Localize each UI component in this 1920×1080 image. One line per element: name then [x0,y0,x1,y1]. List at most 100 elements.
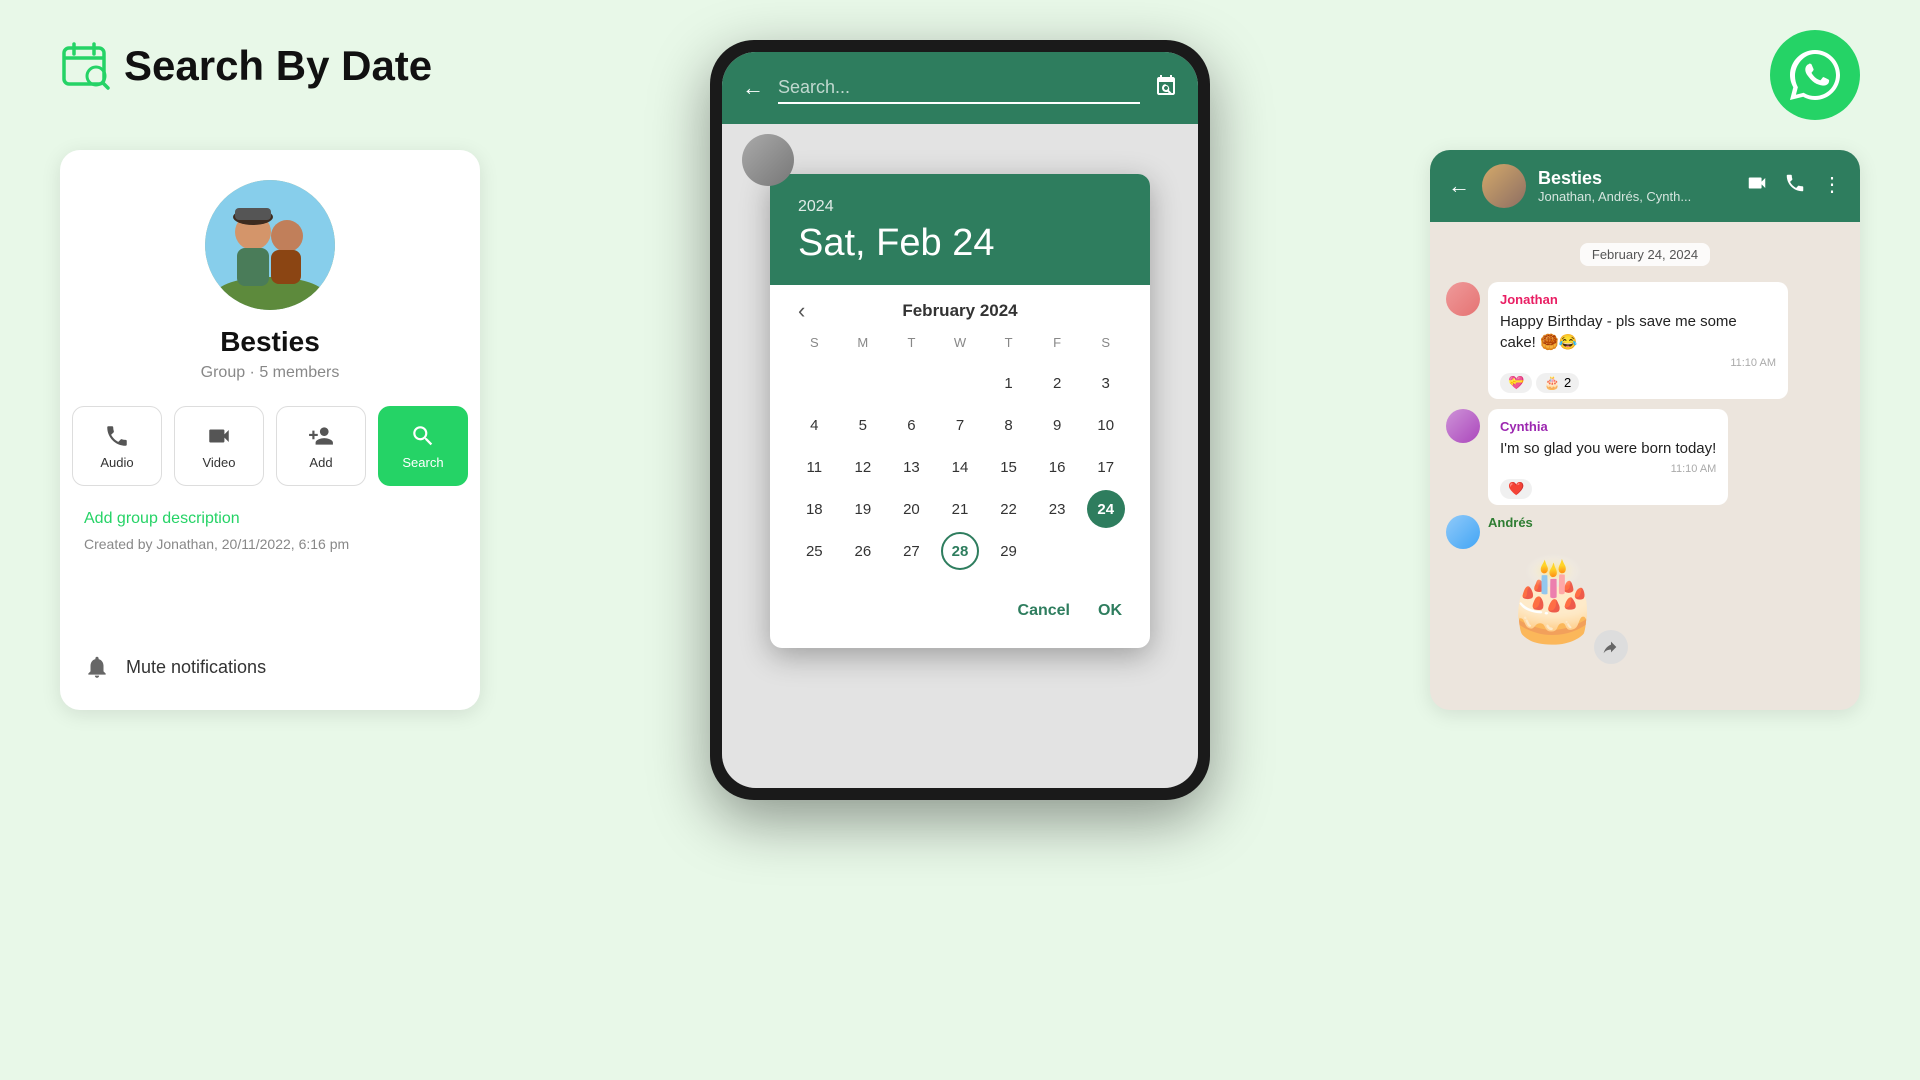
prev-month-button[interactable]: ‹ [798,298,805,324]
add-person-icon [308,423,334,449]
mute-label: Mute notifications [126,657,266,678]
add-label: Add [309,455,332,470]
calendar-day[interactable]: 5 [844,406,882,444]
video-label: Video [202,455,235,470]
day-header-thu: T [984,329,1033,356]
message-row-jonathan: Jonathan Happy Birthday - pls save me so… [1446,282,1844,399]
page-title: Search By Date [124,42,432,90]
video-button[interactable]: Video [174,406,264,486]
calendar-grid: S M T W T F S 12345678910111213141516171… [770,329,1150,586]
audio-label: Audio [100,455,133,470]
calendar-day[interactable]: 16 [1038,448,1076,486]
calendar-day[interactable]: 29 [990,532,1028,570]
calendar-day[interactable]: 10 [1087,406,1125,444]
page-header: Search By Date [60,40,432,92]
calendar-day[interactable]: 3 [1087,364,1125,402]
calendar-day[interactable]: 2 [1038,364,1076,402]
calendar-day[interactable]: 22 [990,490,1028,528]
calendar-day[interactable]: 26 [844,532,882,570]
calendar-day[interactable]: 17 [1087,448,1125,486]
chat-name: Besties [1538,168,1734,189]
calendar-day[interactable]: 23 [1038,490,1076,528]
forward-icon[interactable] [1594,630,1628,664]
day-header-fri: F [1033,329,1082,356]
phone-call-svg [1784,172,1806,194]
audio-button[interactable]: Audio [72,406,162,486]
group-meta: Group · 5 members [201,364,340,382]
cynthia-message-text: I'm so glad you were born today! [1500,438,1716,459]
andres-sender: Andrés [1488,515,1618,530]
andres-avatar [1446,515,1480,549]
whatsapp-logo [1770,30,1860,120]
phone-search-bar: ← [722,52,1198,124]
day-header-wed: W [936,329,985,356]
chat-info: Besties Jonathan, Andrés, Cynth... [1538,168,1734,204]
back-button[interactable]: ← [742,75,764,101]
calendar-day[interactable]: 12 [844,448,882,486]
day-header-sat: S [1081,329,1130,356]
phone-call-icon[interactable] [1784,172,1806,200]
reaction-heart-gift: 💝 [1500,373,1532,393]
reaction-heart: ❤️ [1500,479,1532,499]
cancel-button[interactable]: Cancel [1014,594,1074,628]
calendar-day[interactable]: 14 [941,448,979,486]
cynthia-reactions: ❤️ [1500,479,1716,499]
chat-action-icons: ⋮ [1746,172,1842,200]
day-headers-row: S M T W T F S [790,329,1130,356]
couple-image [205,180,335,310]
calendar-day[interactable]: 20 [892,490,930,528]
andres-sticker-bubble: Andrés 🎂 [1488,515,1618,664]
cynthia-bubble: Cynthia I'm so glad you were born today!… [1488,409,1728,505]
day-header-sun: S [790,329,839,356]
group-name: Besties [220,326,320,358]
jonathan-sender: Jonathan [1500,292,1776,307]
ok-button[interactable]: OK [1094,594,1126,628]
calendar-day[interactable]: 25 [795,532,833,570]
calendar-day[interactable]: 21 [941,490,979,528]
calendar-search-icon[interactable] [1154,73,1178,103]
calendar-day[interactable]: 24 [1087,490,1125,528]
search-icon [410,423,436,449]
search-button[interactable]: Search [378,406,468,486]
add-description-link[interactable]: Add group description [84,510,240,528]
date-divider: February 24, 2024 [1446,246,1844,264]
calendar-day[interactable]: 6 [892,406,930,444]
calendar-day[interactable]: 15 [990,448,1028,486]
message-row-andres: Andrés 🎂 [1446,515,1844,664]
calendar-day[interactable]: 4 [795,406,833,444]
group-avatar [205,180,335,310]
cal-search-icon [1154,73,1178,97]
calendar-day[interactable]: 1 [990,364,1028,402]
video-icon [206,423,232,449]
center-phone: ← 2024 Sat, Feb 24 ‹ February 2024 [710,40,1210,800]
calendar-day[interactable]: 28 [941,532,979,570]
reaction-cake: 🎂 2 [1536,373,1579,393]
group-info-card: Besties Group · 5 members Audio Video Ad… [60,150,480,710]
calendar-day[interactable]: 18 [795,490,833,528]
calendar-dialog: 2024 Sat, Feb 24 ‹ February 2024 S M T W… [770,174,1150,648]
calendar-days: 1234567891011121314151617181920212223242… [790,364,1130,570]
message-row-cynthia: Cynthia I'm so glad you were born today!… [1446,409,1844,505]
calendar-day[interactable]: 13 [892,448,930,486]
calendar-day[interactable]: 9 [1038,406,1076,444]
calendar-day[interactable]: 19 [844,490,882,528]
search-input[interactable] [778,73,1140,104]
calendar-day[interactable]: 11 [795,448,833,486]
cynthia-sender: Cynthia [1500,419,1716,434]
calendar-day[interactable]: 7 [941,406,979,444]
day-header-mon: M [839,329,888,356]
more-options-icon[interactable]: ⋮ [1822,172,1842,200]
calendar-day[interactable]: 8 [990,406,1028,444]
calendar-header: 2024 Sat, Feb 24 [770,174,1150,285]
forward-svg [1603,639,1619,655]
chat-header: ← Besties Jonathan, Andrés, Cynth... ⋮ [1430,150,1860,222]
jonathan-bubble: Jonathan Happy Birthday - pls save me so… [1488,282,1788,399]
calendar-day[interactable]: 27 [892,532,930,570]
jonathan-avatar [1446,282,1480,316]
chat-back-button[interactable]: ← [1448,173,1470,199]
chat-members: Jonathan, Andrés, Cynth... [1538,189,1734,204]
add-button[interactable]: Add [276,406,366,486]
video-call-icon[interactable] [1746,172,1768,200]
chat-group-avatar [1482,164,1526,208]
calendar-month-year: February 2024 [902,301,1017,321]
